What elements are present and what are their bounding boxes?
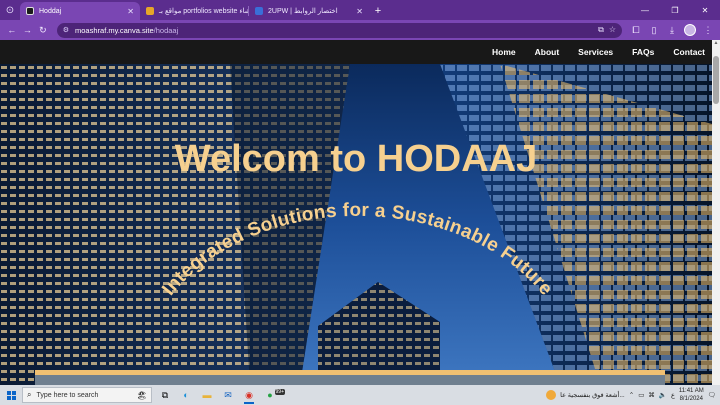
edge-icon: ◐ [183,390,189,400]
tab-favicon-icon [255,7,263,15]
address-bar[interactable]: ⚙ moashraf.my.canva.site/hodaaj ⧉ ☆ [56,22,622,38]
close-tab-icon[interactable]: ✕ [121,7,134,16]
extensions-button[interactable]: ⧠ [628,22,644,38]
page-scrollbar[interactable]: ▲ [712,40,720,385]
clock-date: 8/1/2024 [679,396,703,402]
tab-strip: ⊙ Hoddaj ✕ مواقع بـ portfolios website ا… [0,0,720,20]
start-button[interactable] [0,385,22,405]
arrow-left-icon: ← [7,25,17,35]
profile-button[interactable] [682,22,698,38]
nav-services[interactable]: Services [578,47,613,57]
install-app-icon[interactable]: ⧉ [598,25,604,35]
ground-light-strip [35,370,665,375]
browser-toolbar: ← → ↻ ⚙ moashraf.my.canva.site/hodaaj ⧉ … [0,20,720,40]
system-tray: أشعة فوق بنفسجية عا... ⌃ ▭ ⌘ 🔈 ع 11:41 A… [546,387,720,403]
site-info-icon[interactable]: ⚙ [63,26,69,34]
mail-icon: ✉ [224,389,232,400]
input-language[interactable]: ع [671,391,675,399]
file-explorer-button[interactable]: ▬ [198,386,216,404]
hero-section: Welcom to HODAAJ Integrated Solutions fo… [0,64,712,385]
avatar [683,24,696,36]
scrollbar-thumb[interactable] [713,56,719,104]
url-host: moashraf.my.canva.site [75,25,154,35]
download-icon: ⤓ [669,24,674,35]
mail-button[interactable]: ✉ [219,386,237,404]
volume-icon[interactable]: 🔈 [659,391,667,399]
tab-2upw[interactable]: 2UPW | اختصار الروابط ✕ [249,2,369,20]
chrome-icon: ◉ [245,389,253,400]
tab-portfolios[interactable]: مواقع بـ portfolios website انشاء ✕ [140,2,248,20]
sidebar-button[interactable]: ▯ [646,22,662,38]
url-path: /hodaaj [153,25,179,35]
window-controls: — ❐ ✕ [630,0,720,20]
notification-badge: 99+ [274,389,285,395]
hero-title: Welcom to HODAAJ [175,138,537,180]
notifications-icon[interactable]: 🗨 [708,391,716,399]
back-button[interactable]: ← [4,22,20,38]
forward-button[interactable]: → [20,22,36,38]
edge-button[interactable]: ◐ [177,386,195,404]
scroll-up-icon[interactable]: ▲ [712,40,720,48]
search-icon: ⌕ [27,390,32,399]
sidebar-icon: ▯ [651,24,657,35]
chrome-button[interactable]: ◉ [240,386,258,404]
folder-icon: ▬ [202,390,212,400]
web-page: Home About Services FAQs Contact Welcom … [0,40,712,385]
taskbar-search[interactable]: ⌕ Type here to search 🏖 [22,387,152,403]
clock[interactable]: 11:41 AM 8/1/2024 [679,387,704,403]
arrow-right-icon: → [22,25,32,35]
search-placeholder: Type here to search [36,391,99,399]
browser-window: ⊙ Hoddaj ✕ مواقع بـ portfolios website ا… [0,0,720,405]
tray-app-icon[interactable]: ▭ [638,391,644,399]
network-icon[interactable]: ⌘ [648,391,655,399]
tab-list-icon: ⊙ [5,4,15,16]
reload-button[interactable]: ↻ [35,22,51,38]
tab-search-button[interactable]: ⊙ [0,0,20,20]
minimize-icon[interactable]: — [630,0,660,20]
close-window-icon[interactable]: ✕ [690,0,720,20]
task-view-button[interactable]: ⧉ [156,386,174,404]
tab-hoddaj[interactable]: Hoddaj ✕ [20,2,140,20]
nav-home[interactable]: Home [492,47,516,57]
whatsapp-icon: ● [267,390,273,400]
taskbar: ⌕ Type here to search 🏖 ⧉ ◐ ▬ ✉ ◉ ● 99+ أ… [0,385,720,405]
weather-icon[interactable] [546,390,557,400]
clock-time: 11:41 AM [678,388,704,394]
star-icon[interactable]: ☆ [609,25,616,35]
windows-icon [6,390,16,400]
new-tab-button[interactable]: + [369,2,387,20]
tab-title: 2UPW | اختصار الروابط [268,8,338,15]
tab-title: مواقع بـ portfolios website انشاء [159,8,248,15]
nav-contact[interactable]: Contact [673,47,705,57]
nav-about[interactable]: About [535,47,560,57]
puzzle-icon: ⧠ [632,24,640,35]
restore-icon[interactable]: ❐ [660,0,690,20]
downloads-button[interactable]: ⤓ [664,22,680,38]
menu-button[interactable]: ⋮ [700,22,716,38]
ground [35,375,665,385]
tab-favicon-icon [26,7,34,15]
search-highlight-icon: 🏖 [136,390,147,400]
tab-title: Hoddaj [39,7,62,15]
task-view-icon: ⧉ [161,389,169,400]
site-nav: Home About Services FAQs Contact [0,40,712,64]
reload-icon: ↻ [39,24,47,35]
chevron-up-icon[interactable]: ⌃ [629,391,634,399]
nav-faqs[interactable]: FAQs [632,47,654,57]
kebab-icon: ⋮ [703,24,713,35]
weather-text[interactable]: أشعة فوق بنفسجية عا... [560,391,625,399]
tab-favicon-icon [146,7,154,15]
plus-icon: + [374,5,382,17]
close-tab-icon[interactable]: ✕ [350,7,363,16]
whatsapp-button[interactable]: ● 99+ [261,386,285,404]
